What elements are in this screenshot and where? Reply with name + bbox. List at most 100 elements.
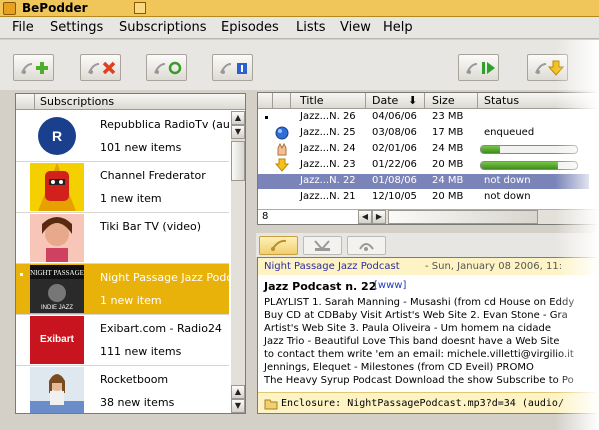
scroll-down-button[interactable]: ▼ xyxy=(231,399,245,413)
subscriptions-panel: Subscriptions R Repubblica RadioTv (audi… xyxy=(15,93,246,414)
episode-date: 01/22/06 xyxy=(372,159,417,170)
scrollbar-thumb[interactable] xyxy=(231,141,245,181)
episode-date: 04/06/06 xyxy=(372,111,417,122)
add-subscription-button[interactable] xyxy=(13,54,54,81)
column-size[interactable]: Size xyxy=(432,94,455,107)
episodes-horizontal-scrollbar[interactable]: ◀ ▶ xyxy=(358,210,599,224)
episode-row[interactable]: Jazz...N. 26 04/06/06 23 MB xyxy=(258,110,589,125)
episodes-footer: 8 ◀ ▶ xyxy=(258,209,599,224)
subscription-count: 1 new item xyxy=(100,192,162,205)
refresh-icon xyxy=(154,61,182,75)
remove-subscription-icon xyxy=(88,61,116,75)
app-icon xyxy=(3,2,16,15)
episode-row-selected[interactable]: Jazz...N. 22 01/08/06 24 MB not down xyxy=(258,174,589,189)
scroll-right-button[interactable]: ▶ xyxy=(372,210,386,224)
column-status[interactable]: Status xyxy=(484,94,519,107)
repubblica-logo: R xyxy=(30,112,84,160)
feed-name: Night Passage Jazz Podcast xyxy=(264,261,400,272)
enqueued-icon xyxy=(275,126,289,140)
episodes-header: Title Date ⬇ Size Status xyxy=(258,93,599,109)
episode-icon xyxy=(359,243,374,251)
www-link[interactable]: [www] xyxy=(374,280,406,291)
download-episode-button[interactable] xyxy=(527,54,568,81)
menu-settings[interactable]: Settings xyxy=(50,20,103,35)
subscriptions-list: R Repubblica RadioTv (audio) 101 new ite… xyxy=(16,111,230,413)
download-icon xyxy=(535,60,565,76)
subscription-item[interactable]: Tiki Bar TV (video) xyxy=(16,213,229,264)
description-line: Jazz Trio - Beautiful Love This band doe… xyxy=(264,336,560,347)
channel-icon xyxy=(314,240,330,251)
description-line: Artist's Web Site 3. Paula Oliveira - Um… xyxy=(264,323,552,334)
episode-status: not down xyxy=(484,191,531,202)
subscription-item[interactable]: Rocketboom 38 new items xyxy=(16,366,229,413)
menu-help[interactable]: Help xyxy=(383,20,413,35)
menu-view[interactable]: View xyxy=(340,20,371,35)
tab-episode-info[interactable] xyxy=(347,236,386,255)
scroll-up-button[interactable]: ▲ xyxy=(231,111,245,125)
sort-descending-icon: ⬇ xyxy=(408,94,418,107)
enclosure-text: Enclosure: NightPassagePodcast.mp3?d=34 … xyxy=(281,398,564,409)
exibart-logo: Exibart xyxy=(30,316,84,364)
tab-subscriptions[interactable] xyxy=(303,236,342,255)
subscription-title: Channel Frederator xyxy=(100,169,206,182)
enclosure-bar[interactable]: Enclosure: NightPassagePodcast.mp3?d=34 … xyxy=(258,392,599,413)
menu-subscriptions[interactable]: Subscriptions xyxy=(119,20,207,35)
episode-row[interactable]: Jazz...N. 21 12/10/05 20 MB not down xyxy=(258,190,589,205)
subscription-count: 111 new items xyxy=(100,345,182,358)
folder-icon xyxy=(264,399,278,410)
subscription-item-selected[interactable]: NIGHT PASSAGE INDIE JAZZ Night Passage J… xyxy=(16,264,230,315)
tiki-bar-photo xyxy=(30,214,84,262)
feed-date: - Sun, January 08 2006, 11: xyxy=(425,261,563,272)
zoom-window-button[interactable] xyxy=(134,2,146,14)
episode-size: 17 MB xyxy=(432,127,464,138)
episode-date: 03/08/06 xyxy=(372,127,417,138)
night-passage-logo: NIGHT PASSAGE INDIE JAZZ xyxy=(30,265,84,313)
scrollbar-thumb[interactable] xyxy=(388,210,538,224)
column-title[interactable]: Title xyxy=(300,94,324,107)
add-subscription-icon xyxy=(21,62,48,74)
subscription-item[interactable]: R Repubblica RadioTv (audio) 101 new ite… xyxy=(16,111,230,162)
description-line: Jennings, Elequet - Milestones (from CD … xyxy=(264,362,534,373)
refresh-subscription-button[interactable] xyxy=(146,54,187,81)
episodes-panel: Title Date ⬇ Size Status Jazz...N. 26 04… xyxy=(257,92,599,225)
column-date[interactable]: Date xyxy=(372,94,398,107)
title-bar: BePodder xyxy=(0,0,599,17)
subscriptions-header-label[interactable]: Subscriptions xyxy=(40,95,114,108)
feed-icon xyxy=(271,239,287,251)
scroll-down-button[interactable]: ▼ xyxy=(231,125,245,139)
play-episode-button[interactable] xyxy=(458,54,499,81)
episode-row[interactable]: Jazz...N. 24 02/01/06 24 MB xyxy=(258,142,589,157)
subscription-title: Repubblica RadioTv (audio) xyxy=(100,118,230,131)
menu-episodes[interactable]: Episodes xyxy=(221,20,279,35)
paused-hand-icon xyxy=(277,142,287,156)
subscriptions-scrollbar[interactable]: ▲ ▼ ▲ ▼ xyxy=(231,111,245,413)
bullet-icon xyxy=(265,116,268,119)
subscription-item[interactable]: Channel Frederator 1 new item xyxy=(16,162,229,213)
detail-header: Night Passage Jazz Podcast - Sun, Januar… xyxy=(258,258,599,275)
svg-text:Exibart: Exibart xyxy=(40,334,75,345)
remove-subscription-button[interactable] xyxy=(80,54,121,81)
menu-file[interactable]: File xyxy=(12,20,34,35)
scroll-left-button[interactable]: ◀ xyxy=(358,210,372,224)
episode-title: Jazz...N. 26 xyxy=(300,111,356,122)
episode-size: 24 MB xyxy=(432,143,464,154)
tab-feed-info[interactable] xyxy=(259,236,298,255)
description-line: to contact them write 'em an email: mich… xyxy=(264,349,574,360)
scroll-up-button[interactable]: ▲ xyxy=(231,385,245,399)
detail-pane: Night Passage Jazz Podcast - Sun, Januar… xyxy=(257,257,599,414)
episode-row[interactable]: Jazz...N. 25 03/08/06 17 MB enqueued xyxy=(258,126,589,141)
episode-title: Jazz...N. 22 xyxy=(300,175,356,186)
subscription-title: Rocketboom xyxy=(100,373,169,386)
subscription-item[interactable]: Exibart Exibart.com - Radio24 111 new it… xyxy=(16,315,229,366)
subscription-title: Tiki Bar TV (video) xyxy=(100,220,202,233)
subscription-count: 38 new items xyxy=(100,396,175,409)
episode-date: 12/10/05 xyxy=(372,191,417,202)
menu-lists[interactable]: Lists xyxy=(296,20,326,35)
subscription-info-button[interactable] xyxy=(212,54,253,81)
subscription-title: Night Passage Jazz Podcast xyxy=(100,271,230,284)
svg-text:R: R xyxy=(52,128,62,144)
download-progress-bar xyxy=(480,145,578,154)
episode-title: Jazz...N. 25 xyxy=(300,127,356,138)
episode-title: Jazz...N. 24 xyxy=(300,143,356,154)
episode-row[interactable]: Jazz...N. 23 01/22/06 20 MB xyxy=(258,158,589,173)
